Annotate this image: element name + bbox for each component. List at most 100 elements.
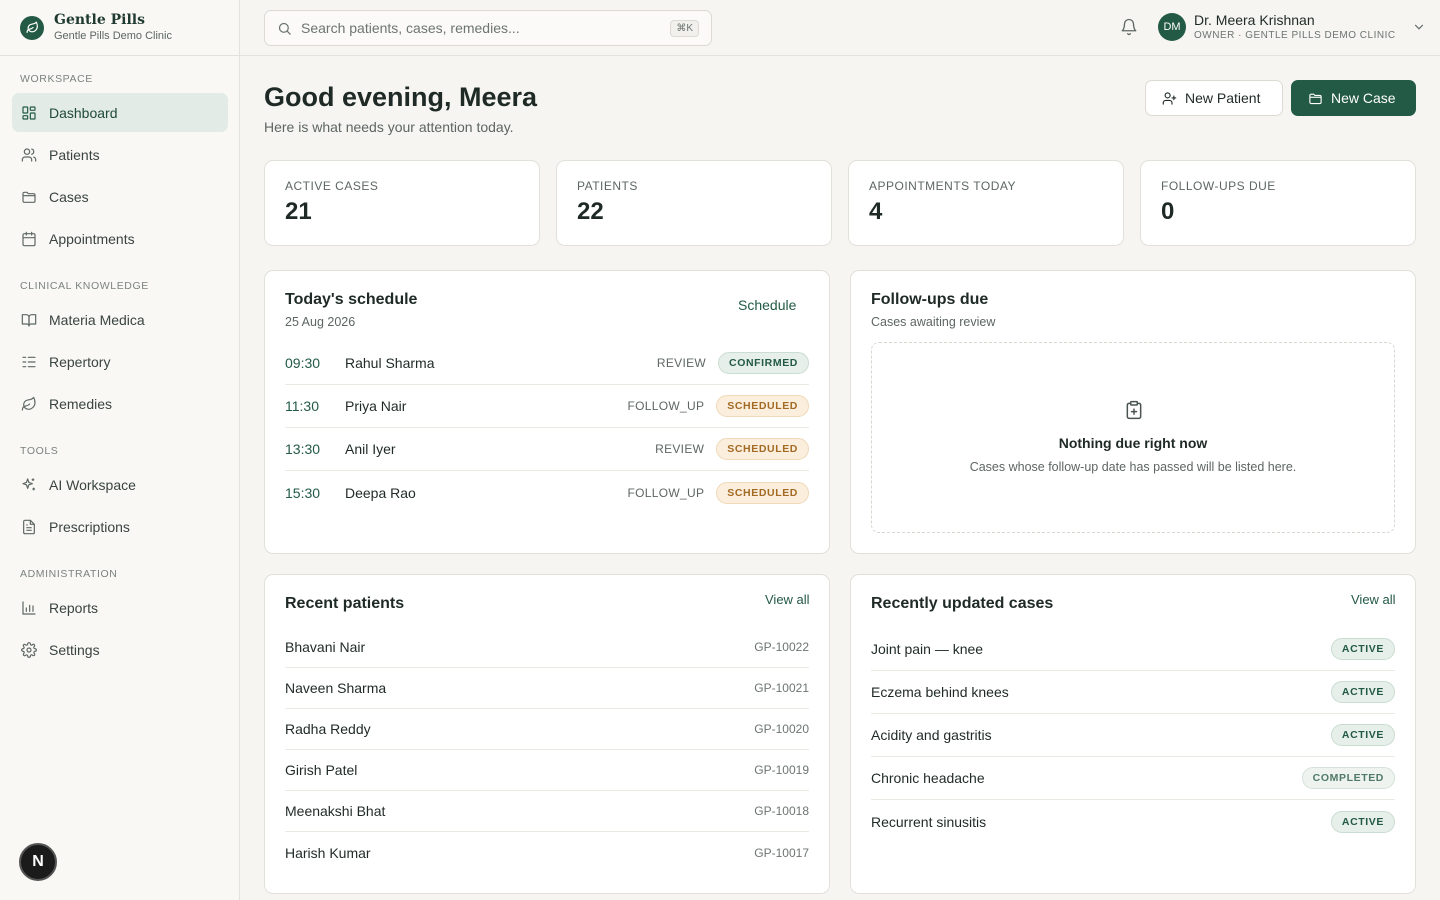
sidebar-item-ai-workspace[interactable]: AI Workspace bbox=[12, 465, 228, 504]
book-icon bbox=[21, 312, 37, 328]
patient-name: Naveen Sharma bbox=[285, 680, 387, 696]
next-dev-badge[interactable]: N bbox=[19, 843, 57, 881]
sidebar-item-label: Settings bbox=[49, 641, 100, 658]
recent-patients-title: Recent patients bbox=[285, 595, 405, 612]
appointment-type: FOLLOW_UP bbox=[627, 399, 705, 413]
status-badge: CONFIRMED bbox=[718, 352, 809, 374]
new-case-button[interactable]: New Case bbox=[1291, 80, 1416, 116]
list-item[interactable]: Harish Kumar GP-10017 bbox=[285, 832, 809, 873]
sidebar-item-label: Dashboard bbox=[49, 104, 118, 121]
sidebar-item-label: Reports bbox=[49, 599, 99, 616]
view-all-patients-link[interactable]: View all bbox=[765, 592, 810, 607]
schedule-row[interactable]: 11:30 Priya Nair FOLLOW_UP SCHEDULED bbox=[285, 385, 809, 428]
sidebar-item-remedies[interactable]: Remedies bbox=[12, 384, 228, 423]
schedule-link[interactable]: Schedule bbox=[738, 297, 796, 313]
stat-card-appointments-today[interactable]: APPOINTMENTS TODAY 4 bbox=[848, 160, 1124, 246]
patient-name: Harish Kumar bbox=[285, 844, 371, 861]
list-item[interactable]: Girish Patel GP-10019 bbox=[285, 750, 809, 791]
list-icon bbox=[21, 354, 37, 370]
bell-icon[interactable] bbox=[1120, 18, 1140, 38]
followups-title: Follow-ups due bbox=[871, 291, 989, 308]
new-patient-button[interactable]: New Patient bbox=[1145, 80, 1283, 116]
appointment-patient: Priya Nair bbox=[345, 398, 407, 414]
schedule-row[interactable]: 15:30 Deepa Rao FOLLOW_UP SCHEDULED bbox=[285, 471, 809, 514]
list-item[interactable]: Joint pain — knee ACTIVE bbox=[871, 628, 1395, 671]
appointment-type: REVIEW bbox=[656, 356, 707, 370]
sidebar-item-prescriptions[interactable]: Prescriptions bbox=[12, 507, 228, 546]
nav-section-tools: TOOLS AI Workspace Prescriptions bbox=[0, 445, 240, 549]
sidebar-item-appointments[interactable]: Appointments bbox=[12, 219, 228, 258]
sidebar-item-repertory[interactable]: Repertory bbox=[12, 342, 228, 381]
sidebar-item-label: Appointments bbox=[49, 230, 135, 247]
nav-heading: CLINICAL KNOWLEDGE bbox=[20, 280, 149, 292]
schedule-card: Today's schedule 25 Aug 2026 Schedule 09… bbox=[264, 270, 830, 554]
schedule-row[interactable]: 09:30 Rahul Sharma REVIEW CONFIRMED bbox=[285, 342, 809, 385]
sidebar-item-settings[interactable]: Settings bbox=[12, 630, 228, 669]
recent-cases-card: Recently updated cases View all Joint pa… bbox=[850, 574, 1416, 894]
patient-name: Girish Patel bbox=[285, 762, 358, 778]
sidebar-item-reports[interactable]: Reports bbox=[12, 588, 228, 627]
stat-card-active-cases[interactable]: ACTIVE CASES 21 bbox=[264, 160, 540, 246]
stat-card-follow-ups-due[interactable]: FOLLOW-UPS DUE 0 bbox=[1140, 160, 1416, 246]
sidebar-item-label: Materia Medica bbox=[49, 311, 145, 328]
recent-cases-title: Recently updated cases bbox=[871, 595, 1054, 612]
list-item[interactable]: Eczema behind knees ACTIVE bbox=[871, 671, 1395, 714]
stat-value: 21 bbox=[285, 198, 312, 225]
stat-label: PATIENTS bbox=[577, 179, 638, 193]
status-badge: COMPLETED bbox=[1301, 767, 1395, 789]
list-item[interactable]: Bhavani Nair GP-10022 bbox=[285, 627, 809, 668]
topbar: ⌘K DM Dr. Meera Krishnan OWNER · GENTLE … bbox=[240, 0, 1440, 56]
stat-value: 4 bbox=[869, 198, 883, 225]
case-name: Chronic headache bbox=[871, 770, 985, 786]
stat-value: 0 bbox=[1161, 198, 1175, 225]
search-input[interactable] bbox=[301, 20, 662, 36]
stat-value: 22 bbox=[577, 198, 604, 225]
schedule-title: Today's schedule bbox=[285, 291, 418, 308]
stat-card-patients[interactable]: PATIENTS 22 bbox=[556, 160, 832, 246]
sidebar-item-cases[interactable]: Cases bbox=[12, 177, 228, 216]
case-name: Eczema behind knees bbox=[871, 684, 1009, 700]
search-box[interactable]: ⌘K bbox=[264, 10, 712, 46]
list-item[interactable]: Acidity and gastritis ACTIVE bbox=[871, 714, 1395, 757]
sidebar-item-label: Cases bbox=[49, 188, 89, 205]
case-name: Acidity and gastritis bbox=[871, 727, 992, 743]
sidebar-item-dashboard[interactable]: Dashboard bbox=[12, 93, 228, 132]
appointment-time: 15:30 bbox=[285, 484, 321, 501]
nav-heading: ADMINISTRATION bbox=[20, 568, 118, 580]
list-item[interactable]: Chronic headache COMPLETED bbox=[871, 757, 1395, 800]
list-item[interactable]: Meenakshi Bhat GP-10018 bbox=[285, 791, 809, 832]
avatar: DM bbox=[1158, 13, 1186, 41]
sidebar-item-materia-medica[interactable]: Materia Medica bbox=[12, 300, 228, 339]
brand-name: Gentle Pills bbox=[54, 11, 145, 28]
sidebar-item-label: Remedies bbox=[49, 395, 113, 412]
folder-icon bbox=[21, 189, 37, 205]
view-all-cases-link[interactable]: View all bbox=[1351, 592, 1396, 607]
sidebar-item-patients[interactable]: Patients bbox=[12, 135, 228, 174]
stat-label: FOLLOW-UPS DUE bbox=[1161, 179, 1276, 193]
brand[interactable]: Gentle Pills Gentle Pills Demo Clinic bbox=[0, 0, 239, 56]
list-item[interactable]: Recurrent sinusitis ACTIVE bbox=[871, 800, 1395, 843]
followups-subtitle: Cases awaiting review bbox=[871, 315, 996, 329]
patient-id: GP-10022 bbox=[754, 640, 809, 654]
appointment-patient: Rahul Sharma bbox=[345, 355, 435, 371]
bar-chart-icon bbox=[21, 600, 37, 616]
nav-heading: WORKSPACE bbox=[20, 73, 93, 85]
folder-open-icon bbox=[1308, 91, 1323, 106]
status-badge: SCHEDULED bbox=[716, 395, 809, 417]
stat-label: APPOINTMENTS TODAY bbox=[869, 179, 1017, 193]
sidebar: Gentle Pills Gentle Pills Demo Clinic WO… bbox=[0, 0, 240, 900]
page-title: Good evening, Meera bbox=[264, 82, 538, 112]
list-item[interactable]: Radha Reddy GP-10020 bbox=[285, 709, 809, 750]
schedule-row[interactable]: 13:30 Anil Iyer REVIEW SCHEDULED bbox=[285, 428, 809, 471]
dashboard-icon bbox=[21, 105, 37, 121]
page-subtitle: Here is what needs your attention today. bbox=[264, 119, 514, 135]
appointment-time: 11:30 bbox=[285, 398, 319, 414]
patient-id: GP-10020 bbox=[754, 722, 809, 736]
new-case-label: New Case bbox=[1331, 90, 1396, 106]
list-item[interactable]: Naveen Sharma GP-10021 bbox=[285, 668, 809, 709]
user-menu[interactable]: DM Dr. Meera Krishnan OWNER · GENTLE PIL… bbox=[1158, 12, 1426, 42]
status-badge: ACTIVE bbox=[1330, 638, 1395, 660]
calendar-icon bbox=[21, 231, 37, 247]
patient-name: Meenakshi Bhat bbox=[285, 803, 386, 819]
empty-state: Nothing due right now Cases whose follow… bbox=[871, 342, 1395, 533]
